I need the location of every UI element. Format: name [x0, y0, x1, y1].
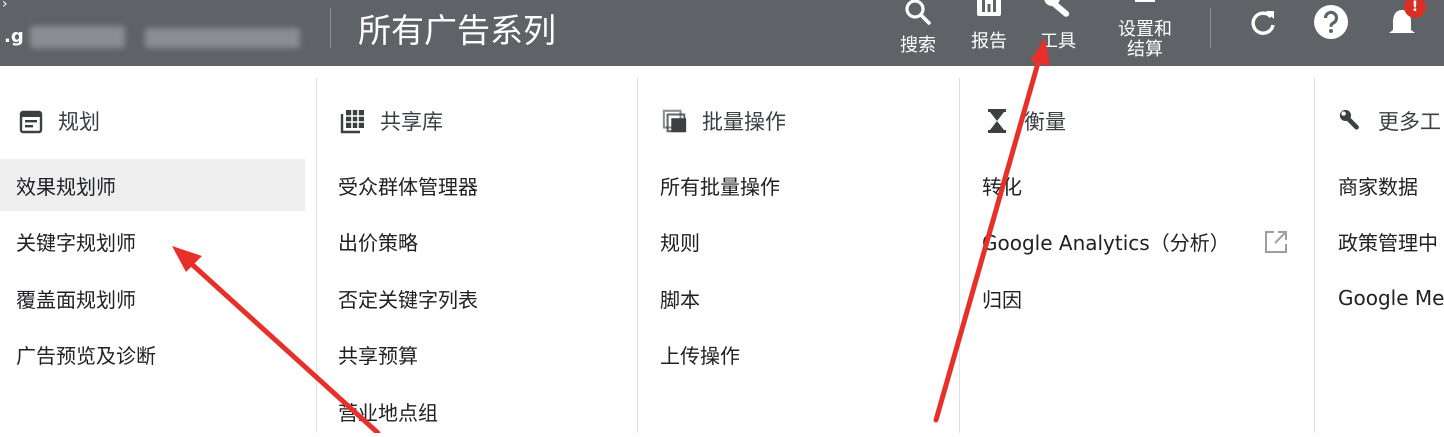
- redacted-account-number: [145, 28, 300, 48]
- more-tools-heading-label: 更多工: [1378, 110, 1441, 134]
- reports-button[interactable]: 报告: [964, 0, 1014, 52]
- wrench-icon: [1044, 0, 1070, 17]
- topbar-divider: [330, 8, 331, 48]
- menu-item-label: 上传操作: [660, 343, 740, 368]
- topbar-divider-right: [1210, 8, 1211, 48]
- menu-item-rules[interactable]: 规则: [660, 215, 700, 267]
- grid-library-icon: [340, 108, 366, 134]
- reports-label: 报告: [971, 31, 1007, 52]
- menu-item-label: 所有批量操作: [660, 174, 780, 199]
- column-divider: [316, 78, 317, 433]
- menu-item-business-data[interactable]: 商家数据: [1338, 159, 1418, 211]
- menu-item-label: 效果规划师: [16, 174, 116, 199]
- search-button[interactable]: 搜索: [893, 0, 943, 56]
- tools-label: 工具: [1040, 31, 1076, 52]
- bulk-actions-heading-label: 批量操作: [702, 110, 786, 134]
- shared-library-heading-label: 共享库: [380, 110, 443, 134]
- planning-heading: 规划: [18, 105, 100, 137]
- account-id[interactable]: .g: [4, 26, 24, 47]
- menu-item-label: 出价策略: [338, 230, 418, 255]
- menu-item-google-merchant[interactable]: Google Me: [1338, 272, 1444, 324]
- menu-item-label: 否定关键字列表: [338, 287, 478, 312]
- menu-item-label: 共享预算: [338, 343, 418, 368]
- menu-item-label: 归因: [982, 287, 1022, 312]
- bulk-actions-heading: 批量操作: [662, 105, 786, 137]
- menu-item-bid-strategies[interactable]: 出价策略: [338, 215, 418, 267]
- planning-heading-label: 规划: [58, 110, 100, 134]
- menu-item-shared-budgets[interactable]: 共享预算: [338, 328, 418, 380]
- redacted-account-name: [30, 26, 125, 48]
- shared-library-heading: 共享库: [340, 105, 443, 137]
- page-title: 所有广告系列: [358, 11, 556, 50]
- top-app-bar: › .g 所有广告系列 搜索 报告 工具 设置和 结算 !: [0, 0, 1444, 66]
- menu-item-label: Google Me: [1338, 286, 1444, 310]
- notification-badge: !: [1404, 0, 1426, 18]
- menu-item-ad-preview-diagnosis[interactable]: 广告预览及诊断: [16, 328, 156, 380]
- menu-item-performance-planner[interactable]: 效果规划师: [0, 159, 305, 211]
- menu-item-label: 营业地点组: [338, 400, 438, 425]
- hourglass-icon: [984, 108, 1010, 134]
- settings-icon: [1135, 0, 1155, 2]
- menu-item-label: 脚本: [660, 287, 700, 312]
- menu-item-keyword-planner[interactable]: 关键字规划师: [16, 215, 136, 267]
- refresh-icon[interactable]: [1247, 7, 1279, 39]
- column-divider: [1314, 78, 1315, 433]
- help-icon[interactable]: [1313, 4, 1349, 40]
- search-icon: [905, 0, 931, 25]
- settings-label-line2: 结算: [1127, 39, 1163, 60]
- menu-item-uploads[interactable]: 上传操作: [660, 328, 740, 380]
- tools-button[interactable]: 工具: [1030, 0, 1086, 52]
- menu-item-label: 受众群体管理器: [338, 174, 478, 199]
- expand-arrow-icon[interactable]: ›: [2, 0, 8, 12]
- menu-item-label: Google Analytics（分析）: [982, 230, 1230, 255]
- menu-item-audience-manager[interactable]: 受众群体管理器: [338, 159, 478, 211]
- menu-item-conversions[interactable]: 转化: [982, 159, 1022, 211]
- more-tools-heading: 更多工: [1338, 105, 1441, 137]
- menu-item-policy-manager[interactable]: 政策管理中: [1338, 215, 1438, 267]
- open-in-new-icon[interactable]: [1264, 230, 1288, 254]
- menu-item-label: 商家数据: [1338, 174, 1418, 199]
- menu-item-google-analytics[interactable]: Google Analytics（分析）: [982, 215, 1230, 267]
- settings-label-line1: 设置和: [1118, 19, 1172, 40]
- search-label: 搜索: [900, 35, 936, 56]
- menu-item-label: 关键字规划师: [16, 230, 136, 255]
- wrench-icon: [1338, 108, 1364, 134]
- column-divider: [637, 78, 638, 433]
- menu-item-label: 覆盖面规划师: [16, 287, 136, 312]
- settings-billing-button[interactable]: 设置和 结算: [1110, 0, 1180, 60]
- calendar-icon: [18, 108, 44, 134]
- menu-item-attribution[interactable]: 归因: [982, 272, 1022, 324]
- menu-item-scripts[interactable]: 脚本: [660, 272, 700, 324]
- menu-item-label: 转化: [982, 174, 1022, 199]
- measurement-heading: 衡量: [984, 105, 1066, 137]
- menu-item-label: 广告预览及诊断: [16, 343, 156, 368]
- menu-item-reach-planner[interactable]: 覆盖面规划师: [16, 272, 136, 324]
- reports-icon: [977, 0, 1001, 16]
- menu-item-negative-keyword-lists[interactable]: 否定关键字列表: [338, 272, 478, 324]
- measurement-heading-label: 衡量: [1024, 110, 1066, 134]
- stacked-copy-icon: [662, 108, 688, 134]
- menu-item-all-bulk-actions[interactable]: 所有批量操作: [660, 159, 780, 211]
- menu-item-location-groups[interactable]: 营业地点组: [338, 385, 438, 437]
- menu-item-label: 规则: [660, 230, 700, 255]
- menu-item-label: 政策管理中: [1338, 230, 1438, 255]
- column-divider: [959, 78, 960, 433]
